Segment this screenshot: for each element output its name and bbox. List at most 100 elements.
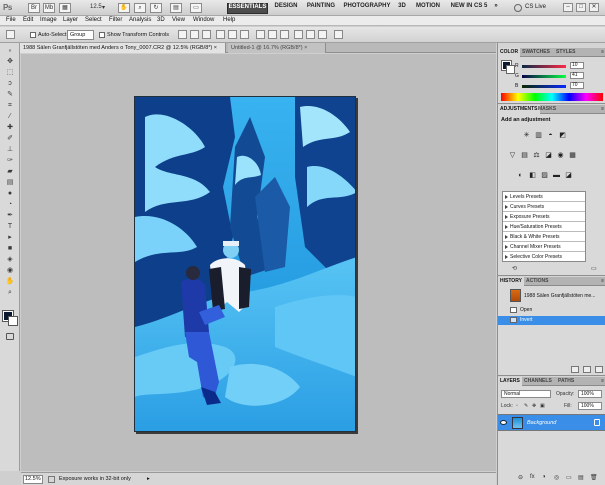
blue-value-field[interactable]: 70 <box>570 82 584 89</box>
curves-icon[interactable]: ◓ <box>546 131 555 140</box>
more-workspaces-icon[interactable]: » <box>492 3 500 14</box>
auto-select-checkbox[interactable] <box>30 32 36 38</box>
marquee-tool-icon[interactable]: ⬚ <box>5 68 15 77</box>
expand-triangle-icon[interactable] <box>505 205 508 209</box>
tab-history[interactable]: HISTORY <box>498 277 524 286</box>
menu-analysis[interactable]: Analysis <box>129 17 151 23</box>
preset-black-white[interactable]: Black & White Presets <box>503 232 585 242</box>
tab-adjustments[interactable]: ADJUSTMENTS <box>498 105 540 114</box>
distribute-bottom-icon[interactable] <box>280 30 289 39</box>
canvas-area[interactable] <box>21 54 496 471</box>
link-layers-icon[interactable]: ⊖ <box>518 474 523 481</box>
screen-mode-icon[interactable]: ▭ <box>190 3 202 13</box>
lock-image-icon[interactable]: ✎ <box>524 403 528 409</box>
preset-selective-color[interactable]: Selective Color Presets <box>503 252 585 262</box>
tab-swatches[interactable]: SWATCHES <box>520 48 552 57</box>
history-state-open[interactable]: Open <box>498 306 605 315</box>
brush-tool-icon[interactable]: ✐ <box>5 134 15 143</box>
shape-tool-icon[interactable]: ■ <box>5 244 15 253</box>
new-document-from-state-icon[interactable] <box>571 366 579 373</box>
arrange-documents-icon[interactable]: ▤ <box>170 3 182 13</box>
bridge-icon[interactable]: Br <box>28 3 40 13</box>
panel-menu-icon[interactable]: ≡ <box>601 278 604 284</box>
exposure-icon[interactable]: ◩ <box>558 131 567 140</box>
healing-brush-tool-icon[interactable]: ✚ <box>5 123 15 132</box>
menu-window[interactable]: Window <box>193 17 214 23</box>
invert-icon[interactable]: ◐ <box>516 171 525 180</box>
eraser-tool-icon[interactable]: ▰ <box>5 167 15 176</box>
return-to-list-icon[interactable]: ⟲ <box>512 265 520 273</box>
brightness-contrast-icon[interactable]: ✳ <box>522 131 531 140</box>
expand-triangle-icon[interactable] <box>505 255 508 259</box>
menu-layer[interactable]: Layer <box>63 17 78 23</box>
preset-channel-mixer[interactable]: Channel Mixer Presets <box>503 242 585 252</box>
align-bottom-icon[interactable] <box>202 30 211 39</box>
vibrance-icon[interactable]: ▽ <box>508 151 517 160</box>
document-tab-inactive[interactable]: Untitled-1 @ 16.7% (RGB/8*) × <box>228 43 326 53</box>
close-window-button[interactable]: ✕ <box>589 3 599 12</box>
minimize-button[interactable]: – <box>563 3 573 12</box>
workspace-new-in-cs5[interactable]: NEW IN CS 5 <box>448 3 490 14</box>
red-value-field[interactable]: 10 <box>570 62 584 69</box>
status-menu-arrow-icon[interactable]: ▸ <box>147 476 150 482</box>
lock-transparent-icon[interactable]: ▫ <box>516 403 518 409</box>
adjustment-layer-icon[interactable]: ◎ <box>554 474 559 481</box>
hand-tool-icon[interactable]: ✋ <box>118 3 130 13</box>
menu-filter[interactable]: Filter <box>109 17 122 23</box>
tab-actions[interactable]: ACTIONS <box>524 277 551 286</box>
type-tool-icon[interactable]: T <box>5 222 15 231</box>
distribute-hcenter-icon[interactable] <box>306 30 315 39</box>
cs-live-icon[interactable] <box>514 4 522 12</box>
blend-mode-dropdown[interactable]: Normal <box>501 390 551 398</box>
photo-filter-icon[interactable]: ◉ <box>556 151 565 160</box>
blue-slider[interactable] <box>522 85 566 88</box>
clone-stamp-tool-icon[interactable]: ⊥ <box>5 145 15 154</box>
expand-triangle-icon[interactable] <box>505 195 508 199</box>
distribute-right-icon[interactable] <box>318 30 327 39</box>
panel-menu-icon[interactable]: ≡ <box>601 106 604 112</box>
workspace-painting[interactable]: PAINTING <box>304 3 338 14</box>
posterize-icon[interactable]: ◧ <box>528 171 537 180</box>
expand-triangle-icon[interactable] <box>505 235 508 239</box>
menu-help[interactable]: Help <box>223 17 235 23</box>
workspace-photography[interactable]: PHOTOGRAPHY <box>343 3 391 14</box>
pen-tool-icon[interactable]: ✒ <box>5 211 15 220</box>
align-vertical-center-icon[interactable] <box>190 30 199 39</box>
close-tab-icon[interactable]: × <box>214 45 217 51</box>
layer-row-background[interactable]: Background <box>498 414 605 431</box>
lock-position-icon[interactable]: ✥ <box>532 403 536 409</box>
preset-levels[interactable]: Levels Presets <box>503 192 585 202</box>
zoom-tool-icon[interactable]: ⌕ <box>134 3 146 13</box>
background-color-swatch[interactable] <box>8 316 18 326</box>
layer-style-icon[interactable]: fx <box>530 474 535 480</box>
blur-tool-icon[interactable]: ● <box>5 189 15 198</box>
expand-triangle-icon[interactable] <box>505 215 508 219</box>
tab-layers[interactable]: LAYERS <box>498 377 522 386</box>
expand-triangle-icon[interactable] <box>505 245 508 249</box>
minibridge-icon[interactable]: Mb <box>43 3 55 13</box>
auto-select-dropdown[interactable]: Group <box>67 30 94 40</box>
align-horizontal-center-icon[interactable] <box>228 30 237 39</box>
opacity-field[interactable]: 100% <box>578 390 602 398</box>
preset-hue-saturation[interactable]: Hue/Saturation Presets <box>503 222 585 232</box>
menu-file[interactable]: File <box>6 17 16 23</box>
dodge-tool-icon[interactable]: ◔ <box>5 200 15 209</box>
status-info-icon[interactable] <box>48 476 55 483</box>
new-snapshot-icon[interactable] <box>583 366 591 373</box>
menu-image[interactable]: Image <box>40 17 57 23</box>
panel-background-swatch[interactable] <box>506 65 515 74</box>
view-extras-icon[interactable]: ▦ <box>59 3 71 13</box>
history-state-invert[interactable]: Invert <box>498 316 605 325</box>
document-image[interactable] <box>134 96 356 432</box>
history-snapshot[interactable]: 1988 Sälen Granfjällstöten me... <box>498 287 605 304</box>
auto-align-layers-icon[interactable] <box>334 30 343 39</box>
fill-field[interactable]: 100% <box>578 402 602 410</box>
move-tool-icon[interactable]: ✥ <box>5 57 15 66</box>
maximize-button[interactable]: □ <box>576 3 586 12</box>
menu-3d[interactable]: 3D <box>157 17 165 23</box>
menu-select[interactable]: Select <box>85 17 102 23</box>
preset-exposure[interactable]: Exposure Presets <box>503 212 585 222</box>
color-balance-icon[interactable]: ⚖ <box>532 151 541 160</box>
collapse-tools-icon[interactable]: » <box>5 47 15 56</box>
delete-state-icon[interactable] <box>595 366 603 373</box>
